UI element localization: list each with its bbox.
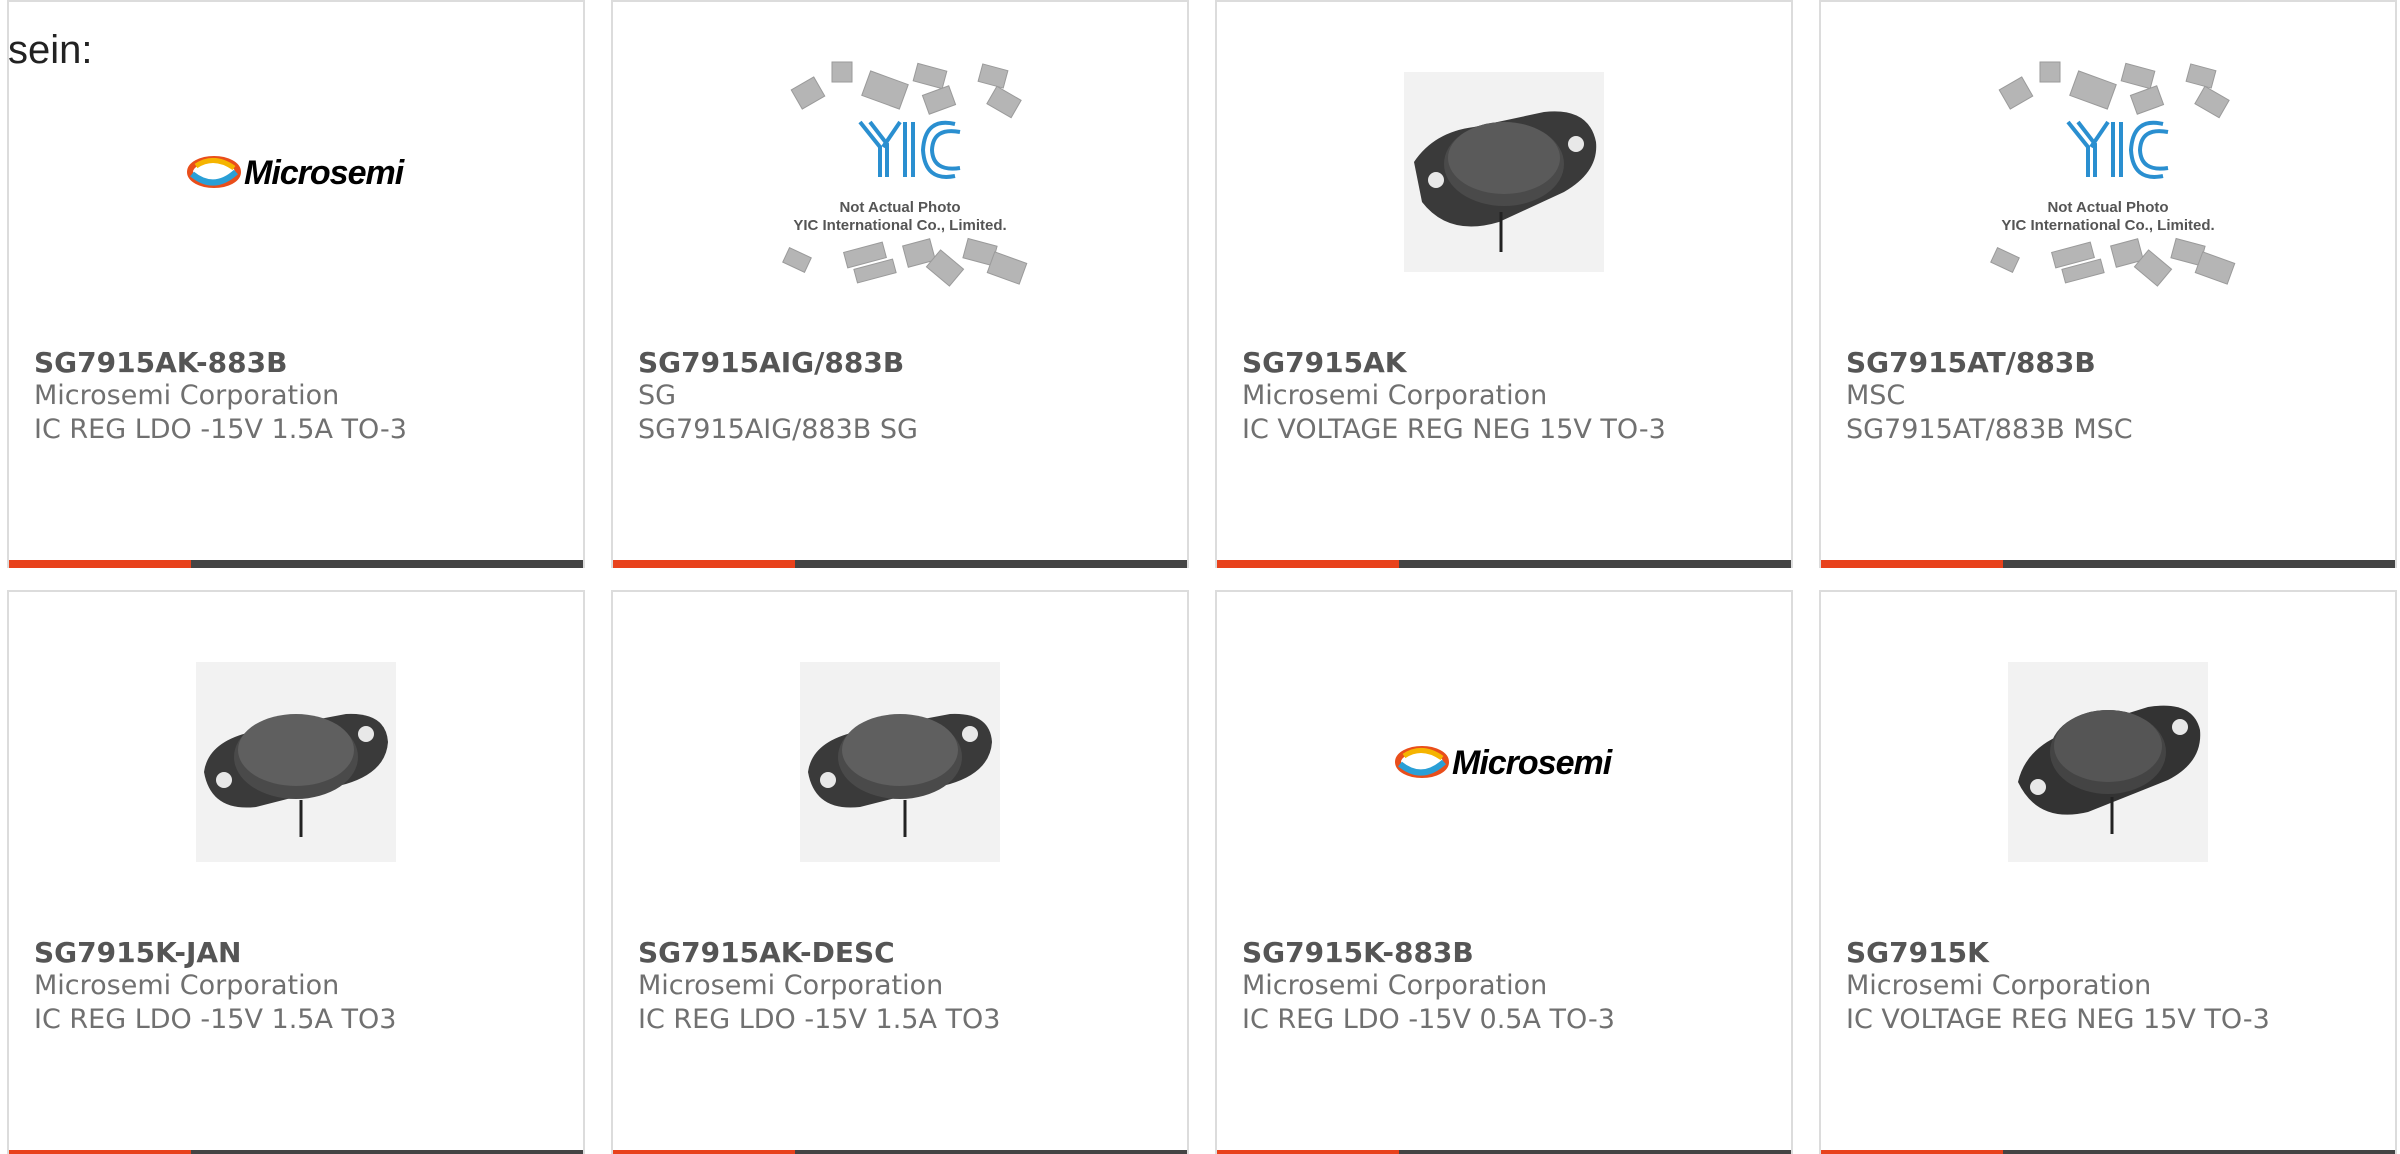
card-accent-bar [9, 1150, 191, 1154]
card-bottom-bar [613, 560, 1187, 568]
yic-placeholder-icon: Not Actual Photo YIC International Co., … [782, 61, 1028, 287]
product-manufacturer: Microsemi Corporation [638, 970, 944, 1001]
product-grid: Microsemi SG7915AK-883B Microsemi Corpor… [7, 0, 2400, 1154]
card-bottom-bar [1217, 560, 1791, 568]
card-accent-bar [9, 560, 191, 568]
product-card[interactable]: Not Actual Photo YIC International Co., … [1819, 0, 2397, 568]
yic-placeholder-icon: Not Actual Photo YIC International Co., … [1990, 61, 2236, 287]
card-accent-bar [613, 1150, 795, 1154]
product-part-number[interactable]: SG7915AK-DESC [638, 936, 895, 969]
product-image-to3[interactable] [1821, 652, 2395, 872]
product-card[interactable]: SG7915K Microsemi Corporation IC VOLTAGE… [1819, 590, 2397, 1154]
product-description: IC REG LDO -15V 1.5A TO-3 [34, 414, 407, 445]
to3-package-icon [196, 662, 396, 862]
card-accent-bar [1821, 560, 2003, 568]
microsemi-logo-text: Microsemi [1452, 744, 1614, 782]
product-part-number[interactable]: SG7915AK-883B [34, 346, 287, 379]
placeholder-caption-line1: Not Actual Photo [839, 199, 960, 216]
card-accent-bar [1217, 560, 1399, 568]
product-manufacturer: Microsemi Corporation [1242, 380, 1548, 411]
card-bottom-bar [1821, 1150, 2395, 1154]
product-manufacturer: SG [638, 380, 677, 411]
card-bottom-bar [1821, 560, 2395, 568]
product-description: IC REG LDO -15V 0.5A TO-3 [1242, 1004, 1615, 1035]
product-image-placeholder[interactable]: Not Actual Photo YIC International Co., … [1821, 61, 2395, 287]
product-part-number[interactable]: SG7915K-JAN [34, 936, 241, 969]
card-accent-bar [1217, 1150, 1399, 1154]
product-manufacturer: Microsemi Corporation [1242, 970, 1548, 1001]
product-part-number[interactable]: SG7915AT/883B [1846, 346, 2096, 379]
product-image-placeholder[interactable]: Not Actual Photo YIC International Co., … [613, 61, 1187, 287]
product-description: IC VOLTAGE REG NEG 15V TO-3 [1846, 1004, 2270, 1035]
to3-package-icon [2008, 662, 2208, 862]
product-part-number[interactable]: SG7915AIG/883B [638, 346, 904, 379]
product-card[interactable]: Microsemi SG7915K-883B Microsemi Corpora… [1215, 590, 1793, 1154]
product-manufacturer: MSC [1846, 380, 1906, 411]
product-description: IC VOLTAGE REG NEG 15V TO-3 [1242, 414, 1666, 445]
product-image-to3[interactable] [613, 652, 1187, 872]
product-card[interactable]: Microsemi SG7915AK-883B Microsemi Corpor… [7, 0, 585, 568]
card-accent-bar [613, 560, 795, 568]
card-bottom-bar [613, 1150, 1187, 1154]
card-accent-bar [1821, 1150, 2003, 1154]
placeholder-caption-line2: YIC International Co., Limited. [793, 217, 1006, 234]
product-image-microsemi-logo[interactable]: Microsemi [1217, 652, 1791, 872]
product-manufacturer: Microsemi Corporation [1846, 970, 2152, 1001]
product-description: SG7915AIG/883B SG [638, 414, 918, 445]
card-bottom-bar [9, 560, 583, 568]
product-description: IC REG LDO -15V 1.5A TO3 [34, 1004, 397, 1035]
product-part-number[interactable]: SG7915K [1846, 936, 1989, 969]
product-part-number[interactable]: SG7915AK [1242, 346, 1406, 379]
card-bottom-bar [1217, 1150, 1791, 1154]
product-card[interactable]: SG7915K-JAN Microsemi Corporation IC REG… [7, 590, 585, 1154]
microsemi-logo-icon: Microsemi [187, 154, 406, 192]
product-image-to3[interactable] [1217, 62, 1791, 282]
product-card[interactable]: Not Actual Photo YIC International Co., … [611, 0, 1189, 568]
product-card[interactable]: SG7915AK-DESC Microsemi Corporation IC R… [611, 590, 1189, 1154]
product-manufacturer: Microsemi Corporation [34, 970, 340, 1001]
product-image-microsemi-logo[interactable]: Microsemi [9, 62, 583, 282]
placeholder-caption-line1: Not Actual Photo [2047, 199, 2168, 216]
product-description: SG7915AT/883B MSC [1846, 414, 2133, 445]
microsemi-logo-text: Microsemi [244, 154, 406, 192]
microsemi-logo-icon: Microsemi [1395, 744, 1614, 782]
card-bottom-bar [9, 1150, 583, 1154]
product-manufacturer: Microsemi Corporation [34, 380, 340, 411]
to3-package-icon [800, 662, 1000, 862]
intro-text: sein: [8, 28, 93, 72]
placeholder-caption-line2: YIC International Co., Limited. [2001, 217, 2214, 234]
product-part-number[interactable]: SG7915K-883B [1242, 936, 1474, 969]
product-image-to3[interactable] [9, 652, 583, 872]
product-card[interactable]: SG7915AK Microsemi Corporation IC VOLTAG… [1215, 0, 1793, 568]
product-description: IC REG LDO -15V 1.5A TO3 [638, 1004, 1001, 1035]
to3-package-icon [1404, 72, 1604, 272]
